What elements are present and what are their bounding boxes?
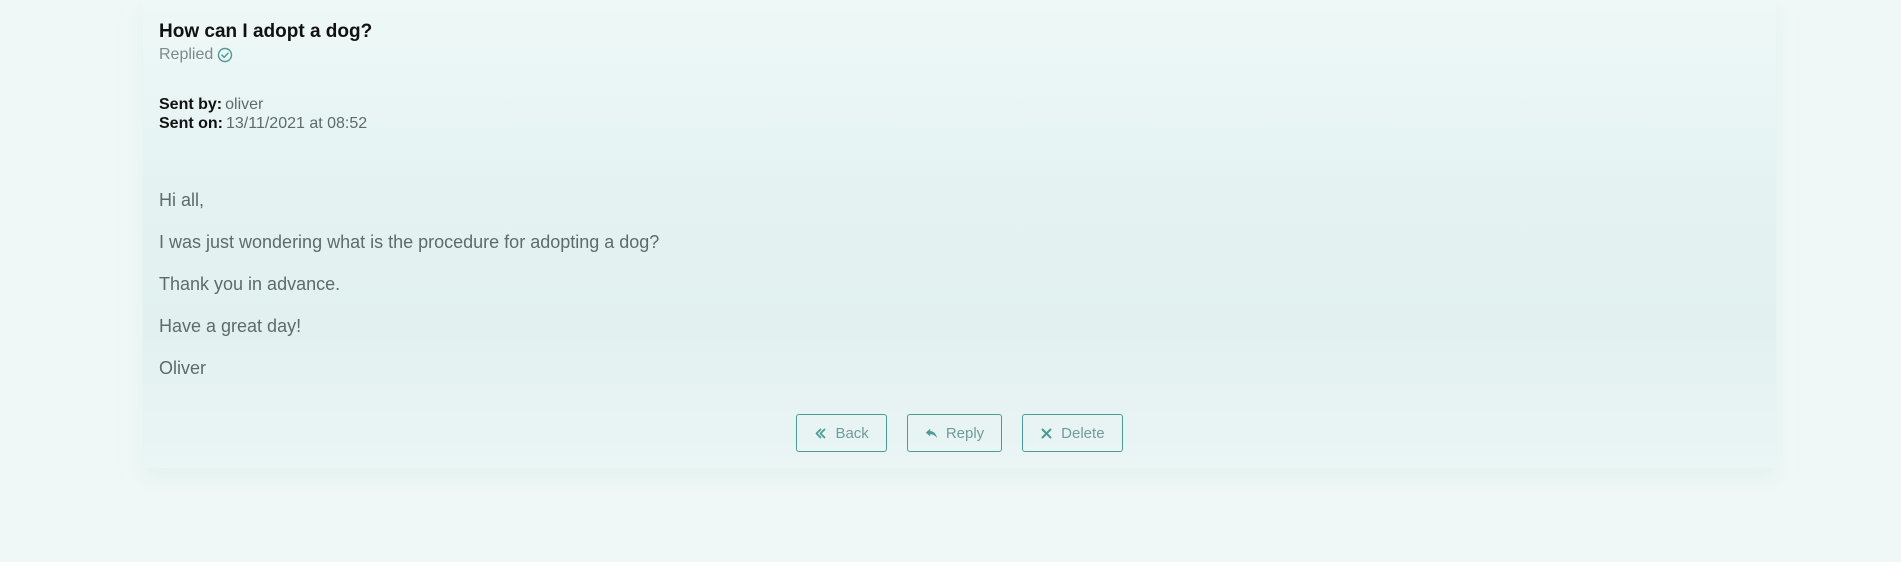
- message-body: Hi all, I was just wondering what is the…: [159, 188, 659, 398]
- sent-by-label: Sent by:: [159, 96, 223, 113]
- message-paragraph: Have a great day!: [159, 316, 302, 336]
- message-paragraph: Oliver: [159, 358, 207, 378]
- delete-button-label: Delete: [1061, 424, 1105, 442]
- delete-button[interactable]: Delete: [1022, 414, 1123, 452]
- message-title: How can I adopt a dog?: [159, 21, 373, 42]
- action-buttons: Back Reply Delete: [143, 414, 1776, 452]
- message-header: How can I adopt a dog? Replied: [159, 20, 372, 66]
- x-icon: [1041, 428, 1052, 438]
- back-button[interactable]: Back: [796, 414, 887, 452]
- message-paragraph: Hi all,: [159, 190, 205, 210]
- reply-button-label: Reply: [945, 424, 985, 442]
- sent-on-value: 13/11/2021 at 08:52: [226, 115, 368, 132]
- reply-arrow-icon: [925, 428, 937, 438]
- status-badge: Replied: [159, 44, 372, 66]
- sent-by-value: oliver: [225, 96, 264, 113]
- back-button-label: Back: [835, 424, 869, 442]
- message-meta: Sent by: oliver Sent on: 13/11/2021 at 0…: [159, 95, 367, 133]
- sent-on-row: Sent on: 13/11/2021 at 08:52: [159, 114, 367, 133]
- reply-button[interactable]: Reply: [906, 414, 1003, 452]
- check-circle-icon: [218, 47, 233, 63]
- message-card: How can I adopt a dog? Replied Sent by: …: [143, 0, 1776, 468]
- message-paragraph: Thank you in advance.: [159, 274, 341, 294]
- message-paragraph: I was just wondering what is the procedu…: [159, 232, 660, 252]
- double-chevron-left-icon: [816, 428, 826, 438]
- status-label: Replied: [159, 46, 214, 63]
- sent-by-row: Sent by: oliver: [159, 95, 367, 114]
- sent-on-label: Sent on:: [159, 115, 223, 132]
- page: How can I adopt a dog? Replied Sent by: …: [0, 0, 1901, 562]
